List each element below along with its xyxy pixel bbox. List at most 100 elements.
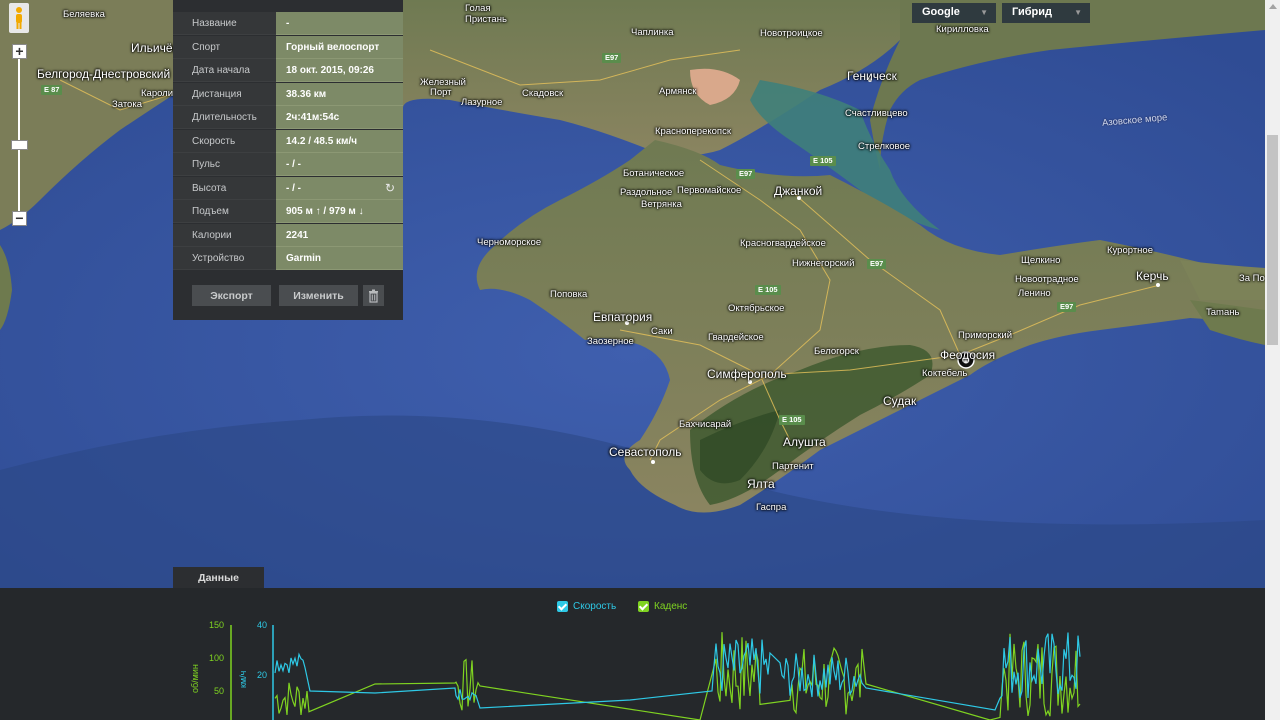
info-row-value: 905 м ↑ / 979 м ↓: [276, 200, 403, 223]
map-label: За По: [1239, 273, 1265, 284]
chart-panel: Скорость Каденс 150 100 50 об/мин 40 20 км/ч: [0, 588, 1265, 720]
map-label: Кирилловка: [936, 24, 989, 35]
info-row-key: Дата начала: [173, 59, 276, 82]
info-row-key: Пульс: [173, 153, 276, 176]
map-label: Геническ: [847, 69, 897, 83]
zoom-slider-track[interactable]: [18, 58, 20, 215]
refresh-icon[interactable]: ↻: [385, 181, 395, 195]
info-row-value: -: [276, 12, 403, 35]
info-row-value: 2241: [276, 223, 403, 247]
info-row-value: 38.36 км: [276, 82, 403, 106]
left-axis-tick: 100: [209, 653, 224, 663]
series-speed-line: [274, 632, 1081, 711]
map-label: Tamань: [1206, 307, 1240, 318]
export-button[interactable]: Экспорт: [192, 285, 271, 306]
map-label: Курортное: [1107, 245, 1153, 256]
map-label: Черноморское: [477, 237, 542, 248]
map-label: Поповка: [550, 289, 588, 300]
road-badge: E 105: [779, 415, 805, 425]
map-label: Порт: [430, 87, 452, 98]
map-label: Красногвардейское: [740, 238, 826, 249]
left-axis-title: об/мин: [190, 664, 200, 693]
info-row: Пульс - / -: [173, 153, 403, 176]
info-row-key: Устройство: [173, 247, 276, 270]
map-label: Армянск: [659, 86, 697, 97]
scroll-up-arrow-icon[interactable]: [1269, 4, 1277, 9]
left-axis-tick: 50: [214, 686, 224, 696]
info-row: Устройство Garmin: [173, 247, 403, 270]
street-view-pegman[interactable]: [9, 3, 29, 33]
map-label: Стрелковое: [858, 141, 911, 152]
edit-button[interactable]: Изменить: [279, 285, 358, 306]
zoom-slider-handle[interactable]: [11, 140, 28, 150]
map-label: Симферополь: [707, 367, 787, 381]
info-row-value: 14.2 / 48.5 км/ч: [276, 129, 403, 153]
info-row-key: Калории: [173, 223, 276, 247]
chevron-down-icon: ▼: [980, 8, 988, 17]
info-row-value: - / -: [276, 176, 403, 200]
series-cadence-line: [274, 632, 1081, 720]
map-label: Голая: [465, 3, 491, 14]
zoom-out-button[interactable]: −: [12, 211, 27, 226]
road-badge: E97: [867, 259, 887, 269]
info-row-key: Название: [173, 12, 276, 35]
info-row: Спорт Горный велоспорт: [173, 35, 403, 59]
map-label: Лазурное: [461, 97, 503, 108]
map-label: Гвардейское: [708, 332, 764, 343]
tab-data[interactable]: Данные: [173, 567, 264, 588]
map-label: Саки: [651, 326, 673, 337]
map-label: Октябрьское: [728, 303, 785, 314]
info-row-key: Скорость: [173, 129, 276, 153]
map-label: Белгород-Днестровский: [37, 67, 171, 81]
delete-button[interactable]: [363, 285, 384, 306]
workout-info-panel: Название - Спорт Горный велоспорт Дата начал…: [173, 0, 403, 320]
map-label: Беляевка: [63, 9, 105, 20]
zoom-in-button[interactable]: +: [12, 44, 27, 59]
page-scrollbar[interactable]: [1265, 0, 1280, 720]
map-mode-label: Гибрид: [1012, 6, 1052, 18]
scrollbar-thumb[interactable]: [1267, 135, 1278, 345]
info-row: Подъем 905 м ↑ / 979 м ↓: [173, 200, 403, 223]
map-label: Ялта: [747, 477, 775, 491]
map-label: Раздольное: [620, 187, 673, 198]
map-label: Севастополь: [609, 445, 682, 459]
trash-icon: [369, 289, 378, 303]
map-mode-select[interactable]: Гибрид ▼: [1002, 3, 1090, 23]
right-axis-tick: 20: [257, 670, 267, 680]
map-label: Затока: [112, 99, 142, 110]
map-label: Скадовск: [522, 88, 564, 99]
map-label: Новотроицкое: [760, 28, 823, 39]
info-row: Калории 2241: [173, 223, 403, 247]
map-label: Счастливцево: [845, 108, 908, 119]
right-axis-title: км/ч: [238, 670, 248, 688]
map-label: Керчь: [1136, 269, 1169, 283]
info-row-value: Garmin: [276, 247, 403, 270]
map-label: Евпатория: [593, 310, 653, 324]
road-badge: E97: [736, 169, 756, 179]
map-label: Феодосия: [940, 348, 996, 362]
map-provider-label: Google: [922, 6, 960, 18]
info-row-key: Длительность: [173, 106, 276, 129]
map-label: Нижнегорский: [792, 258, 855, 269]
map-label: Бахчисарай: [679, 419, 732, 430]
chevron-down-icon: ▼: [1074, 8, 1082, 17]
info-row: Дата начала 18 окт. 2015, 09:26: [173, 59, 403, 82]
map-label: Красноперекопск: [655, 126, 731, 137]
road-badge: E97: [602, 53, 622, 63]
map-label: Коктебель: [922, 368, 968, 379]
info-row-value: 18 окт. 2015, 09:26: [276, 59, 403, 82]
map-provider-select[interactable]: Google ▼: [912, 3, 996, 23]
speed-cadence-chart[interactable]: 150 100 50 об/мин 40 20 км/ч: [0, 588, 1265, 720]
map-label: Ветрянка: [641, 199, 682, 210]
map-label: Ленино: [1018, 288, 1051, 299]
road-badge: E 87: [41, 85, 63, 95]
map-label: Партенит: [772, 461, 814, 472]
info-row-value: Горный велоспорт: [276, 35, 403, 59]
map-label: Ботаническое: [623, 168, 685, 179]
road-badge: E 105: [810, 156, 836, 166]
map-label: Щелкино: [1021, 255, 1061, 266]
info-row-key: Спорт: [173, 35, 276, 59]
left-axis-tick: 150: [209, 620, 224, 630]
info-row: Название -: [173, 12, 403, 35]
info-row-value: 2ч:41м:54с: [276, 106, 403, 129]
